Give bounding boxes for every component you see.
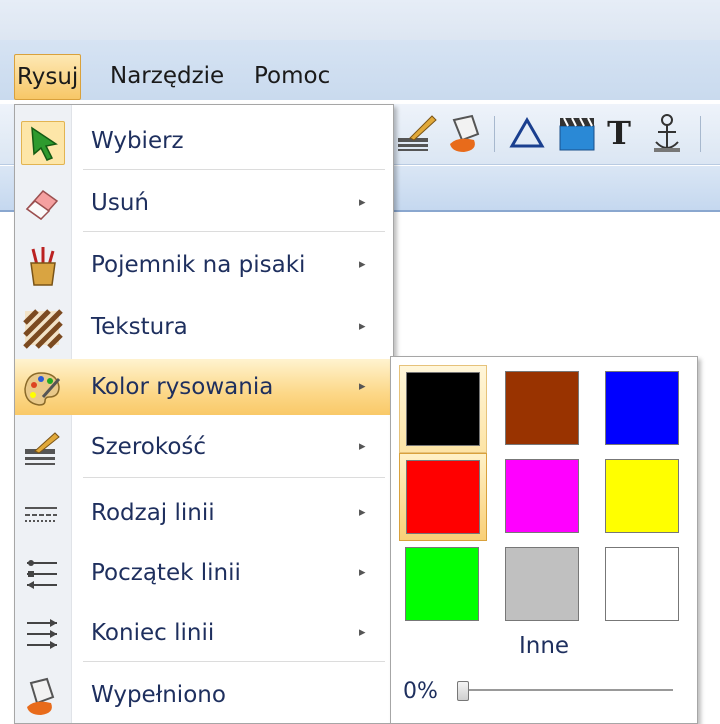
menu-item-koniec-linii[interactable]: Koniec linii ▸ bbox=[15, 605, 393, 661]
submenu-arrow-icon: ▸ bbox=[359, 505, 366, 520]
menu-separator bbox=[83, 231, 385, 232]
menu-item-label: Rodzaj linii bbox=[91, 500, 215, 526]
fill-bucket-icon bbox=[27, 677, 55, 715]
menu-rysuj[interactable]: Rysuj bbox=[14, 54, 82, 100]
line-style-icon bbox=[25, 507, 57, 522]
menu-item-rodzaj-linii[interactable]: Rodzaj linii ▸ bbox=[15, 485, 393, 541]
more-colors-button[interactable]: Inne bbox=[391, 633, 697, 659]
menu-bar: Rysuj Narzędzie Pomoc bbox=[0, 40, 720, 100]
texture-icon bbox=[23, 309, 63, 349]
menu-item-label: Szerokość bbox=[91, 434, 207, 460]
swatch-fill bbox=[406, 372, 480, 446]
triangle-icon[interactable] bbox=[504, 110, 550, 156]
opacity-slider-thumb[interactable] bbox=[457, 681, 469, 701]
clapperboard-icon[interactable] bbox=[554, 110, 600, 156]
menu-item-usun[interactable]: Usuń ▸ bbox=[15, 175, 393, 231]
draw-menu-dropdown: Wybierz Usuń ▸ Pojemnik na pisaki ▸ Teks… bbox=[14, 104, 394, 724]
menu-narzedzie[interactable]: Narzędzie bbox=[108, 54, 226, 98]
menu-item-label: Usuń bbox=[91, 190, 149, 216]
palette-icon bbox=[24, 372, 61, 406]
menu-separator bbox=[83, 169, 385, 170]
menu-item-label: Wypełniono bbox=[91, 682, 226, 708]
swatch-fill bbox=[406, 460, 480, 534]
menu-item-label: Koniec linii bbox=[91, 620, 215, 646]
cursor-arrow-icon bbox=[21, 121, 65, 165]
swatch-fill bbox=[605, 371, 679, 445]
menu-separator bbox=[83, 477, 385, 478]
menu-separator bbox=[83, 661, 385, 662]
color-swatch-red[interactable] bbox=[399, 453, 487, 541]
swatch-fill bbox=[505, 459, 579, 533]
menu-item-label: Wybierz bbox=[91, 128, 184, 154]
menu-pomoc[interactable]: Pomoc bbox=[252, 54, 332, 98]
menu-item-tekstura[interactable]: Tekstura ▸ bbox=[15, 299, 393, 355]
menu-item-szerokosc[interactable]: Szerokość ▸ bbox=[15, 419, 393, 475]
menu-item-label: Tekstura bbox=[91, 314, 188, 340]
swatch-fill bbox=[505, 547, 579, 621]
submenu-arrow-icon: ▸ bbox=[359, 379, 366, 394]
menu-item-wypelniono[interactable]: Wypełniono bbox=[15, 667, 393, 723]
color-swatch-blue[interactable] bbox=[599, 365, 685, 451]
color-swatch-white[interactable] bbox=[599, 541, 685, 627]
toolbar-separator bbox=[700, 116, 701, 152]
menu-item-label: Kolor rysowania bbox=[91, 374, 274, 400]
swatch-fill bbox=[605, 459, 679, 533]
line-end-icon bbox=[27, 619, 57, 649]
toolbar-separator bbox=[494, 116, 495, 152]
line-start-icon bbox=[27, 560, 57, 589]
menu-item-wybierz[interactable]: Wybierz bbox=[15, 113, 393, 169]
submenu-arrow-icon: ▸ bbox=[359, 257, 366, 272]
pencil-cup-icon bbox=[30, 247, 56, 286]
menu-item-poczatek-linii[interactable]: Początek linii ▸ bbox=[15, 545, 393, 601]
submenu-arrow-icon: ▸ bbox=[359, 565, 366, 580]
color-swatch-green[interactable] bbox=[399, 541, 485, 627]
text-icon[interactable]: T bbox=[604, 110, 634, 156]
brush-width-icon[interactable] bbox=[396, 110, 442, 156]
window-top-strip bbox=[0, 0, 720, 40]
opacity-label: 0% bbox=[403, 679, 438, 704]
opacity-slider-track[interactable] bbox=[463, 689, 673, 691]
color-swatch-gray[interactable] bbox=[499, 541, 585, 627]
color-swatch-magenta[interactable] bbox=[499, 453, 585, 539]
color-swatch-black[interactable] bbox=[399, 365, 487, 453]
eraser-icon bbox=[25, 189, 59, 221]
anchor-icon[interactable] bbox=[644, 110, 690, 156]
submenu-arrow-icon: ▸ bbox=[359, 195, 366, 210]
paint-bucket-icon[interactable] bbox=[444, 110, 490, 156]
submenu-arrow-icon: ▸ bbox=[359, 439, 366, 454]
menu-item-kolor-rysowania[interactable]: Kolor rysowania ▸ bbox=[15, 359, 393, 415]
color-swatch-yellow[interactable] bbox=[599, 453, 685, 539]
swatch-fill bbox=[505, 371, 579, 445]
color-submenu: Inne 0% bbox=[390, 356, 698, 724]
menu-item-label: Początek linii bbox=[91, 560, 241, 586]
submenu-arrow-icon: ▸ bbox=[359, 319, 366, 334]
submenu-arrow-icon: ▸ bbox=[359, 625, 366, 640]
menu-item-label: Pojemnik na pisaki bbox=[91, 252, 306, 278]
line-width-icon bbox=[25, 432, 60, 465]
menu-item-pojemnik-na-pisaki[interactable]: Pojemnik na pisaki ▸ bbox=[15, 237, 393, 293]
color-swatch-brown[interactable] bbox=[499, 365, 585, 451]
swatch-fill bbox=[405, 547, 479, 621]
swatch-fill bbox=[605, 547, 679, 621]
